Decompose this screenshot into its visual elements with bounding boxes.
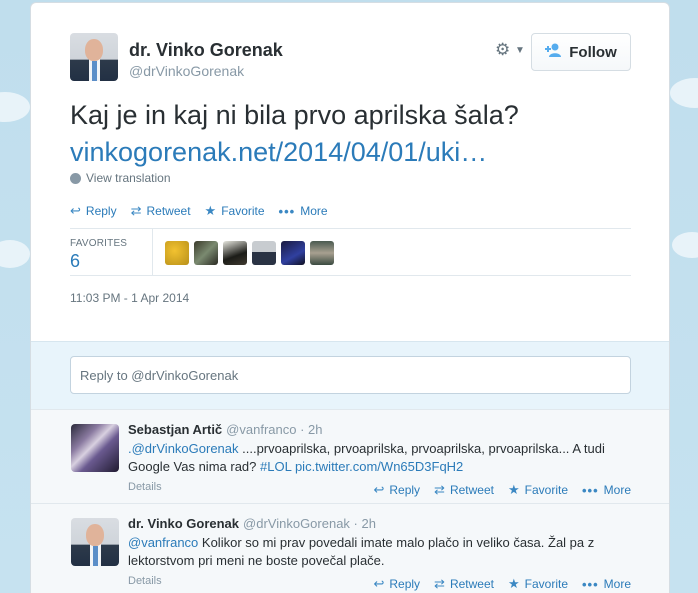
reply-button[interactable]: ↩ Reply: [373, 482, 420, 498]
tweet-stats: FAVORITES 6: [70, 228, 631, 276]
retweet-icon: ⇄: [130, 203, 142, 218]
favorite-label: Favorite: [221, 204, 265, 218]
reply-label: Reply: [389, 483, 421, 497]
cloud-left: [0, 92, 30, 122]
favoriter-avatar[interactable]: [223, 241, 247, 265]
reply-icon: ↩: [70, 203, 81, 218]
reply-tweet: dr. Vinko Gorenak @drVinkoGorenak · 2h @v…: [31, 503, 669, 593]
favorites-label: FAVORITES: [70, 238, 128, 249]
reply-area: Reply to @drVinkoGorenak: [31, 341, 669, 409]
reply-text: .@drVinkoGorenak ....prvoaprilska, prvoa…: [128, 440, 648, 476]
reply-details[interactable]: Details: [128, 575, 162, 587]
more-icon: •••: [278, 203, 296, 219]
retweet-label: Retweet: [146, 204, 191, 218]
reply-author-name: dr. Vinko Gorenak: [128, 516, 240, 531]
favorite-button[interactable]: ★ Favorite: [508, 482, 568, 498]
cloud-right-2: [672, 232, 698, 258]
add-user-icon: [545, 43, 563, 61]
favoriter-avatar[interactable]: [165, 241, 189, 265]
retweet-label: Retweet: [449, 483, 494, 497]
reply-label: Reply: [389, 577, 421, 591]
reply-button[interactable]: ↩ Reply: [70, 203, 117, 219]
reply-hashtag[interactable]: #LOL: [260, 459, 291, 474]
author-avatar[interactable]: [70, 33, 118, 81]
more-button[interactable]: ••• More: [582, 482, 631, 498]
reply-details[interactable]: Details: [128, 481, 162, 493]
reply-author[interactable]: Sebastjan Artič @vanfranco · 2h: [128, 422, 322, 437]
view-translation[interactable]: View translation: [70, 171, 171, 185]
reply-author[interactable]: dr. Vinko Gorenak @drVinkoGorenak · 2h: [128, 516, 376, 531]
globe-icon: [70, 172, 81, 184]
reply-button[interactable]: ↩ Reply: [373, 576, 420, 592]
favoriter-avatar[interactable]: [310, 241, 334, 265]
favoriter-avatars: [165, 241, 334, 265]
reply-author-name: Sebastjan Artič: [128, 422, 223, 437]
chevron-down-icon: ▼: [515, 45, 525, 56]
retweet-button[interactable]: ⇄ Retweet: [434, 482, 494, 498]
favorite-button[interactable]: ★ Favorite: [508, 576, 568, 592]
retweet-button[interactable]: ⇄ Retweet: [131, 203, 191, 219]
reply-icon: ↩: [373, 576, 385, 591]
gear-icon: ⚙: [495, 40, 511, 59]
follow-label: Follow: [569, 43, 617, 61]
favoriter-avatar[interactable]: [281, 241, 305, 265]
reply-actions: ↩ Reply ⇄ Retweet ★ Favorite ••• More: [359, 482, 631, 498]
more-label: More: [300, 204, 328, 218]
more-label: More: [603, 483, 631, 497]
retweet-icon: ⇄: [434, 576, 445, 591]
favoriter-avatar[interactable]: [194, 241, 218, 265]
reply-tweet: Sebastjan Artič @vanfranco · 2h .@drVinko…: [31, 409, 669, 503]
reply-avatar[interactable]: [71, 424, 119, 472]
reply-link[interactable]: pic.twitter.com/Wn65D3FqH2: [295, 459, 463, 474]
reply-meta: @drVinkoGorenak · 2h: [243, 516, 376, 531]
follow-button[interactable]: Follow: [531, 33, 631, 71]
favoriter-avatar[interactable]: [252, 241, 276, 265]
reply-input[interactable]: Reply to @drVinkoGorenak: [70, 356, 631, 394]
retweet-label: Retweet: [449, 577, 494, 591]
reply-label: Reply: [85, 204, 117, 218]
tweet-link[interactable]: vinkogorenak.net/2014/04/01/uki…: [70, 134, 650, 171]
reply-meta: @vanfranco · 2h: [226, 422, 323, 437]
favorite-label: Favorite: [524, 483, 568, 497]
reply-mention[interactable]: .@drVinkoGorenak: [128, 441, 239, 456]
reply-mention[interactable]: @vanfranco: [128, 535, 198, 550]
star-icon: ★: [204, 203, 217, 218]
tweet-text: Kaj je in kaj ni bila prvo aprilska šala…: [70, 97, 650, 171]
retweet-icon: ⇄: [434, 482, 445, 497]
tweet-actions: ↩ Reply ⇄ Retweet ★ Favorite ••• More: [70, 202, 342, 220]
more-button[interactable]: ••• More: [279, 204, 328, 219]
retweet-button[interactable]: ⇄ Retweet: [434, 576, 494, 592]
tweet-body: Kaj je in kaj ni bila prvo aprilska šala…: [70, 100, 519, 130]
favorites-count[interactable]: 6: [70, 251, 80, 272]
stats-divider: [152, 229, 153, 276]
reply-text: @vanfranco Kolikor so mi prav povedali i…: [128, 534, 648, 570]
cloud-right: [670, 78, 698, 108]
star-icon: ★: [507, 576, 520, 591]
reply-actions: ↩ Reply ⇄ Retweet ★ Favorite ••• More: [359, 576, 631, 592]
more-icon: •••: [582, 482, 599, 498]
tweet-timestamp[interactable]: 11:03 PM - 1 Apr 2014: [70, 291, 189, 305]
author-name[interactable]: dr. Vinko Gorenak: [129, 40, 283, 61]
reply-body: Kolikor so mi prav povedali imate malo p…: [128, 535, 595, 568]
star-icon: ★: [507, 482, 520, 497]
tweet-card: dr. Vinko Gorenak @drVinkoGorenak ⚙ ▼ Fo…: [30, 2, 670, 593]
more-icon: •••: [582, 576, 599, 592]
gear-menu[interactable]: ⚙ ▼: [495, 39, 525, 61]
view-translation-label: View translation: [86, 171, 171, 185]
reply-icon: ↩: [373, 482, 385, 497]
more-button[interactable]: ••• More: [582, 576, 631, 592]
more-label: More: [603, 577, 631, 591]
author-handle[interactable]: @drVinkoGorenak: [129, 63, 244, 79]
reply-avatar[interactable]: [71, 518, 119, 566]
cloud-left-2: [0, 240, 30, 268]
favorite-button[interactable]: ★ Favorite: [205, 203, 265, 219]
favorite-label: Favorite: [524, 577, 568, 591]
